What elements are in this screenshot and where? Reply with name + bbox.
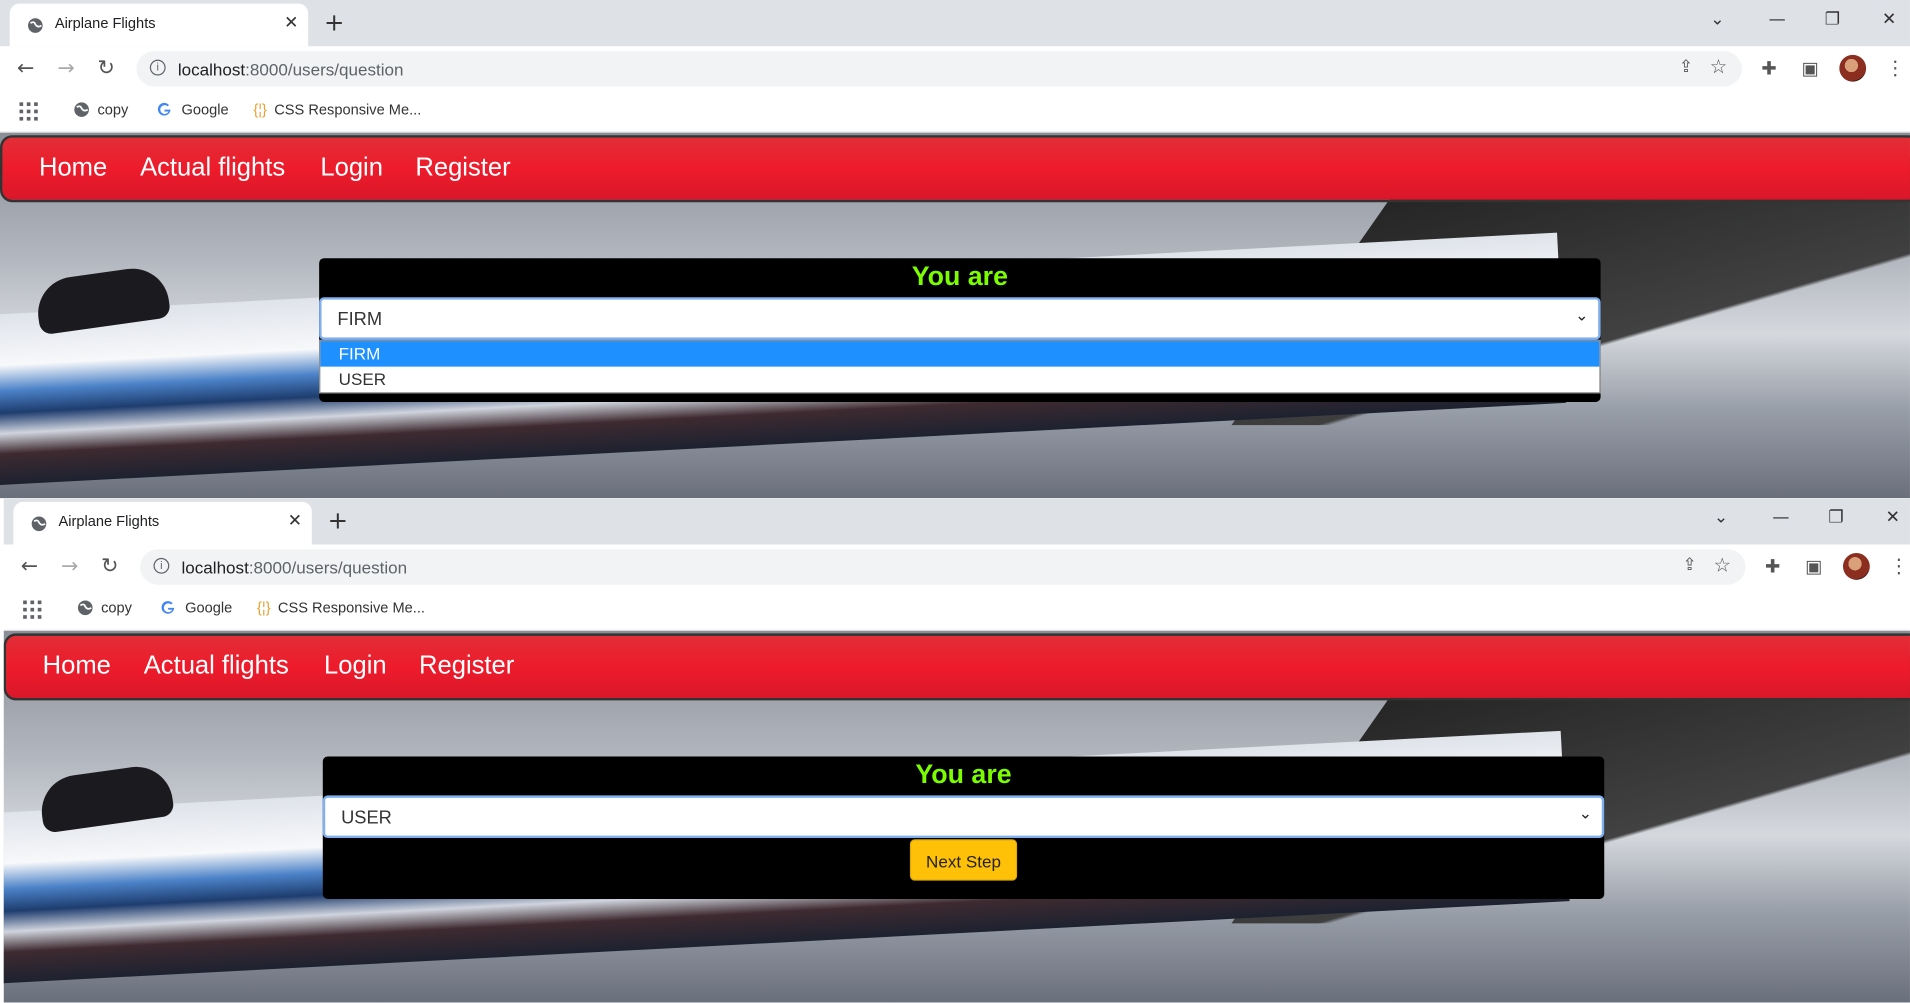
new-tab-button[interactable]: + <box>328 506 348 535</box>
bookmark-google[interactable]: Google <box>156 101 229 118</box>
question-card: You are USER ⌄ Next Step <box>322 756 1605 899</box>
role-select[interactable]: FIRM ⌄ <box>319 297 1601 340</box>
site-info-icon[interactable]: i <box>149 59 166 76</box>
tab-title: Airplane Flights <box>58 512 160 530</box>
address-bar[interactable]: i localhost:8000/users/question ⇪ ☆ <box>140 549 1746 585</box>
back-icon[interactable]: ← <box>21 554 38 578</box>
extensions-puzzle-icon[interactable]: ✚ <box>1761 57 1776 79</box>
share-icon[interactable]: ⇪ <box>1683 555 1697 574</box>
chevron-down-icon: ⌄ <box>1575 306 1589 326</box>
address-bar[interactable]: i localhost:8000/users/question ⇪ ☆ <box>136 51 1742 87</box>
select-value: FIRM <box>337 309 383 331</box>
tab-close-icon[interactable]: ✕ <box>288 512 302 531</box>
reload-icon[interactable]: ↻ <box>101 554 118 578</box>
nav-home[interactable]: Home <box>43 652 111 681</box>
profile-avatar[interactable] <box>1839 54 1867 82</box>
globe-icon <box>77 600 93 616</box>
option-firm[interactable]: FIRM <box>320 341 1600 367</box>
question-card: You are FIRM ⌄ FIRM USER <box>319 258 1601 402</box>
nav-login[interactable]: Login <box>324 652 387 681</box>
side-panel-icon[interactable]: ▣ <box>1802 57 1819 79</box>
browser-window-dropdown-open: Airplane Flights ✕ + ⌄ — ❐ ✕ ← → ↻ i loc… <box>0 0 1910 499</box>
globe-icon <box>74 102 89 117</box>
page-viewport: Home Actual flights Login Register You a… <box>0 132 1910 499</box>
restore-icon[interactable]: ❐ <box>1825 10 1840 29</box>
site-info-icon[interactable]: i <box>153 557 170 574</box>
reload-icon[interactable]: ↻ <box>97 56 114 80</box>
google-icon <box>161 601 175 614</box>
back-icon[interactable]: ← <box>17 56 34 80</box>
menu-kebab-icon[interactable]: ⋮ <box>1889 554 1908 577</box>
side-panel-icon[interactable]: ▣ <box>1805 555 1822 577</box>
tab-search-icon[interactable]: ⌄ <box>1714 508 1728 527</box>
google-icon <box>157 102 171 116</box>
globe-icon <box>30 514 47 537</box>
browser-toolbar: ← → ↻ i localhost:8000/users/question ⇪ … <box>3 544 1910 590</box>
bookmarks-bar: copy Google {¦} CSS Responsive Me... <box>0 91 1910 133</box>
nav-home[interactable]: Home <box>39 153 107 182</box>
question-heading: You are <box>915 758 1012 790</box>
apps-grid-icon[interactable] <box>19 102 38 121</box>
extensions-puzzle-icon[interactable]: ✚ <box>1765 555 1780 577</box>
tab-strip: Airplane Flights ✕ + ⌄ — ❐ ✕ <box>3 498 1910 545</box>
bookmark-copy[interactable]: copy <box>77 599 132 616</box>
nav-actual-flights[interactable]: Actual flights <box>144 652 289 681</box>
restore-icon[interactable]: ❐ <box>1828 508 1843 527</box>
bookmarks-bar: copy Google {¦} CSS Responsive Me... <box>3 589 1910 631</box>
page-viewport: Home Actual flights Login Register You a… <box>3 630 1910 1003</box>
close-window-icon[interactable]: ✕ <box>1882 10 1896 29</box>
share-icon[interactable]: ⇪ <box>1679 57 1693 76</box>
braces-icon: {¦} <box>253 101 267 119</box>
bookmark-google[interactable]: Google <box>160 599 232 616</box>
new-tab-button[interactable]: + <box>324 7 344 36</box>
close-window-icon[interactable]: ✕ <box>1886 508 1900 527</box>
browser-tab[interactable]: Airplane Flights ✕ <box>9 3 309 47</box>
menu-kebab-icon[interactable]: ⋮ <box>1886 56 1905 79</box>
question-heading: You are <box>911 260 1009 292</box>
next-step-button[interactable]: Next Step <box>910 839 1017 881</box>
bookmark-star-icon[interactable]: ☆ <box>1710 55 1727 78</box>
apps-grid-icon[interactable] <box>23 600 42 619</box>
nav-login[interactable]: Login <box>320 153 383 182</box>
tab-title: Airplane Flights <box>54 14 156 32</box>
tab-strip: Airplane Flights ✕ + ⌄ — ❐ ✕ <box>0 0 1910 47</box>
url-text[interactable]: localhost:8000/users/question <box>178 60 404 79</box>
bookmark-css-responsive[interactable]: {¦} CSS Responsive Me... <box>257 599 425 616</box>
browser-window-user-selected: Airplane Flights ✕ + ⌄ — ❐ ✕ ← → ↻ i loc… <box>3 498 1910 1003</box>
forward-icon[interactable]: → <box>57 56 74 80</box>
bookmark-star-icon[interactable]: ☆ <box>1713 553 1730 576</box>
tab-close-icon[interactable]: ✕ <box>284 13 298 32</box>
bookmark-css-responsive[interactable]: {¦} CSS Responsive Me... <box>253 101 421 118</box>
role-select[interactable]: USER ⌄ <box>322 795 1605 839</box>
browser-tab[interactable]: Airplane Flights ✕ <box>13 501 312 545</box>
url-text[interactable]: localhost:8000/users/question <box>181 558 407 577</box>
option-user[interactable]: USER <box>320 367 1599 393</box>
nav-actual-flights[interactable]: Actual flights <box>140 153 285 182</box>
globe-icon <box>27 16 44 39</box>
chevron-down-icon: ⌄ <box>1578 805 1593 824</box>
minimize-icon[interactable]: — <box>1772 508 1789 527</box>
minimize-icon[interactable]: — <box>1769 10 1786 29</box>
nav-register[interactable]: Register <box>415 153 510 182</box>
site-navbar: Home Actual flights Login Register <box>0 135 1910 203</box>
braces-icon: {¦} <box>257 599 271 617</box>
tab-search-icon[interactable]: ⌄ <box>1710 10 1724 29</box>
button-row: Next Step <box>323 838 1604 899</box>
nav-register[interactable]: Register <box>419 652 514 681</box>
profile-avatar[interactable] <box>1842 553 1870 580</box>
forward-icon[interactable]: → <box>61 554 78 578</box>
select-dropdown-list: FIRM USER <box>319 339 1601 394</box>
bookmark-copy[interactable]: copy <box>73 101 128 118</box>
select-value: USER <box>341 807 392 829</box>
site-navbar: Home Actual flights Login Register <box>3 633 1910 701</box>
browser-toolbar: ← → ↻ i localhost:8000/users/question ⇪ … <box>0 46 1910 92</box>
